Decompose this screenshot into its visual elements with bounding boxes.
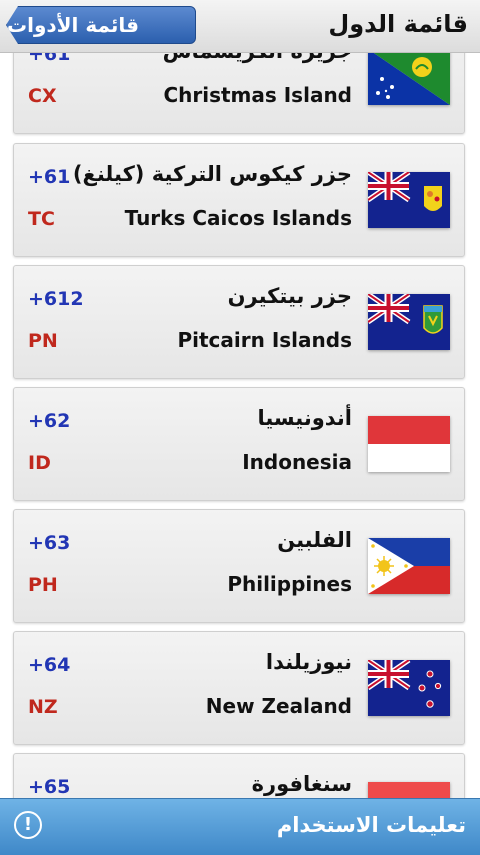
- philippines-flag-icon: [368, 538, 450, 594]
- country-code: PN: [28, 330, 58, 352]
- country-row[interactable]: +61 CX جزيرة الكريسماس Christmas Island: [13, 52, 465, 134]
- info-icon[interactable]: !: [14, 811, 42, 839]
- country-list[interactable]: +61 CX جزيرة الكريسماس Christmas Island …: [0, 52, 480, 798]
- usage-instructions-label: تعليمات الاستخدام: [276, 813, 466, 837]
- country-row[interactable]: +65 سنغافورة: [13, 753, 465, 798]
- country-code: ID: [28, 452, 51, 474]
- country-row[interactable]: +64 NZ نيوزيلندا New Zealand: [13, 631, 465, 745]
- country-row[interactable]: +61 TC جزر كيكوس التركية (كيلنغ) Turks C…: [13, 143, 465, 257]
- country-name-english: Philippines: [227, 572, 352, 596]
- singapore-flag-icon: [368, 782, 450, 798]
- country-row[interactable]: +63 PH الفلبين Philippines: [13, 509, 465, 623]
- dial-code: +65: [28, 776, 71, 798]
- country-code: NZ: [28, 696, 58, 718]
- dial-code: +61: [28, 52, 71, 65]
- country-code: TC: [28, 208, 55, 230]
- pitcairn-flag-icon: [368, 294, 450, 350]
- app-header: قائمة الأدوات قائمة الدول: [0, 0, 480, 53]
- country-name-arabic: جزر بيتكيرن: [227, 284, 352, 308]
- country-name-english: Indonesia: [242, 450, 352, 474]
- usage-instructions-bar[interactable]: ! تعليمات الاستخدام: [0, 798, 480, 855]
- indonesia-flag-icon: [368, 416, 450, 472]
- dial-code: +64: [28, 654, 71, 676]
- dial-code: +62: [28, 410, 71, 432]
- tools-list-back-button[interactable]: قائمة الأدوات: [6, 6, 196, 44]
- country-name-arabic: أندونيسيا: [257, 406, 352, 430]
- country-name-english: Turks Caicos Islands: [124, 206, 352, 230]
- country-row[interactable]: +612 PN جزر بيتكيرن Pitcairn Islands: [13, 265, 465, 379]
- dial-code: +612: [28, 288, 84, 310]
- new-zealand-flag-icon: [368, 660, 450, 716]
- country-name-arabic: الفلبين: [277, 528, 352, 552]
- country-code: PH: [28, 574, 58, 596]
- country-name-arabic: نيوزيلندا: [265, 650, 352, 674]
- page-title: قائمة الدول: [328, 10, 468, 38]
- country-name-english: Pitcairn Islands: [177, 328, 352, 352]
- country-name-arabic: جزيرة الكريسماس: [163, 52, 352, 63]
- country-name-arabic: سنغافورة: [251, 772, 352, 796]
- country-name-english: Christmas Island: [163, 83, 352, 107]
- country-name-arabic: جزر كيكوس التركية (كيلنغ): [72, 162, 352, 186]
- country-name-english: New Zealand: [205, 694, 352, 718]
- country-code: CX: [28, 85, 57, 107]
- turks-caicos-flag-icon: [368, 172, 450, 228]
- country-row[interactable]: +62 ID أندونيسيا Indonesia: [13, 387, 465, 501]
- dial-code: +63: [28, 532, 71, 554]
- dial-code: +61: [28, 166, 71, 188]
- christmas-island-flag-icon: [368, 52, 450, 105]
